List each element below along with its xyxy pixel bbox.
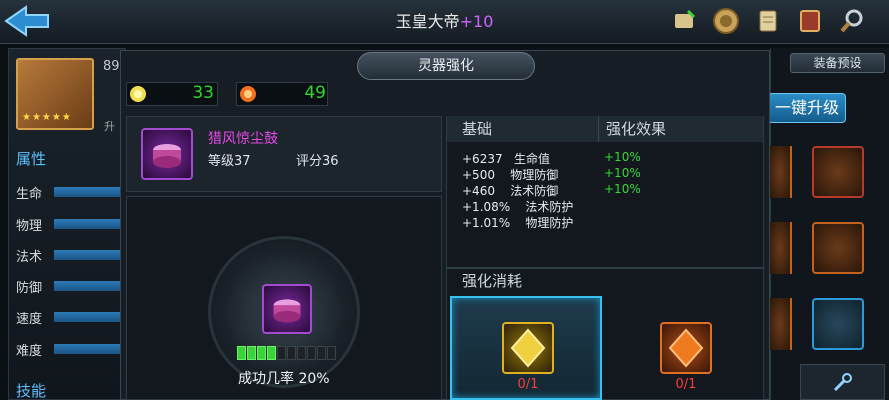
attr-label-speed: 速度 [16,312,43,327]
one-click-upgrade-button[interactable]: 一键升级 [768,93,846,123]
equip-slot-partial-2[interactable] [770,222,792,274]
skills-heading: 技能 [16,382,47,400]
equip-slot-jade[interactable] [812,298,864,350]
attributes-heading: 属性 [16,150,47,168]
progress-pip [237,346,246,360]
medal-icon[interactable] [709,4,743,38]
success-progress-bar [237,346,336,360]
gold-crystal-icon[interactable] [502,322,554,374]
progress-pip [247,346,256,360]
hero-plus-level: +10 [459,12,494,31]
stat-base-row: +460 法术防御 [462,184,559,198]
progress-pip [267,346,276,360]
hero-level: 89 [103,59,120,74]
resource-value-1: 33 [192,83,214,103]
attr-bar-difficulty [54,344,120,354]
book-icon[interactable] [793,4,827,38]
stat-base-row: +6237 生命值 [462,152,551,166]
progress-pip [297,346,306,360]
equipment-preset-button[interactable]: 装备预设 [790,53,885,73]
attr-label-difficulty: 难度 [16,344,43,359]
progress-pip [277,346,286,360]
attr-label-defense: 防御 [16,281,43,296]
bonus-stats-header: 强化效果 [606,120,667,138]
equip-slot-seal[interactable] [812,222,864,274]
progress-pip [307,346,316,360]
top-icons [667,4,869,38]
drum-artifact-icon [141,128,193,180]
stat-bonus-row: +10% [604,166,641,180]
parchment-icon[interactable] [751,4,785,38]
progress-pip [327,346,336,360]
resource-value-2: 49 [304,83,326,103]
stat-base-row: +500 物理防御 [462,168,559,182]
magnifier-icon[interactable] [835,4,869,38]
item-level: 等级37 [208,154,251,169]
forge-item-slot[interactable] [262,284,312,334]
cost-count-1: 0/1 [517,377,539,392]
success-rate: 成功几率 20% [238,371,330,387]
item-score: 评分36 [296,154,339,169]
equip-slot-partial-3[interactable] [770,298,792,350]
attr-bar-defense [54,281,120,291]
cost-count-2: 0/1 [675,377,697,392]
progress-pip [317,346,326,360]
attr-bar-hp [54,187,120,197]
spirit-orb-icon [128,84,148,104]
attr-label-hp: 生命 [16,187,43,202]
attr-label-magic: 法术 [16,250,43,265]
modal-title: 灵器强化 [357,52,535,80]
attr-bar-speed [54,312,120,322]
flame-crystal-icon[interactable] [660,322,712,374]
top-bar: 玉皇大帝+10 [0,0,889,44]
stat-bonus-row: +10% [604,150,641,164]
hero-stars: ★★★★★ [22,112,72,123]
drum-artifact-icon [273,299,301,323]
attr-label-physical: 物理 [16,219,43,234]
stat-base-row: +1.08% 法术防护 [462,200,574,214]
stat-base-row: +1.01% 物理防护 [462,216,574,230]
progress-pip [287,346,296,360]
fire-orb-icon [238,84,258,104]
progress-pip [257,346,266,360]
attr-bar-physical [54,219,120,229]
stats-header-bar [447,116,763,142]
hero-upgrade-label[interactable]: 升 [104,118,115,134]
wrench-icon [833,373,852,392]
hero-name: 玉皇大帝 [395,12,460,31]
stat-bonus-row: +10% [604,182,641,196]
stats-divider [598,116,599,142]
tool-button[interactable] [800,364,885,400]
item-name: 猎风惊尘鼓 [208,131,278,147]
equip-slot-staff[interactable] [812,146,864,198]
cost-heading: 强化消耗 [462,272,523,290]
attr-bar-magic [54,250,120,260]
base-stats-header: 基础 [462,120,493,138]
scroll-quill-icon[interactable] [667,4,701,38]
equip-slot-partial-1[interactable] [770,146,792,198]
